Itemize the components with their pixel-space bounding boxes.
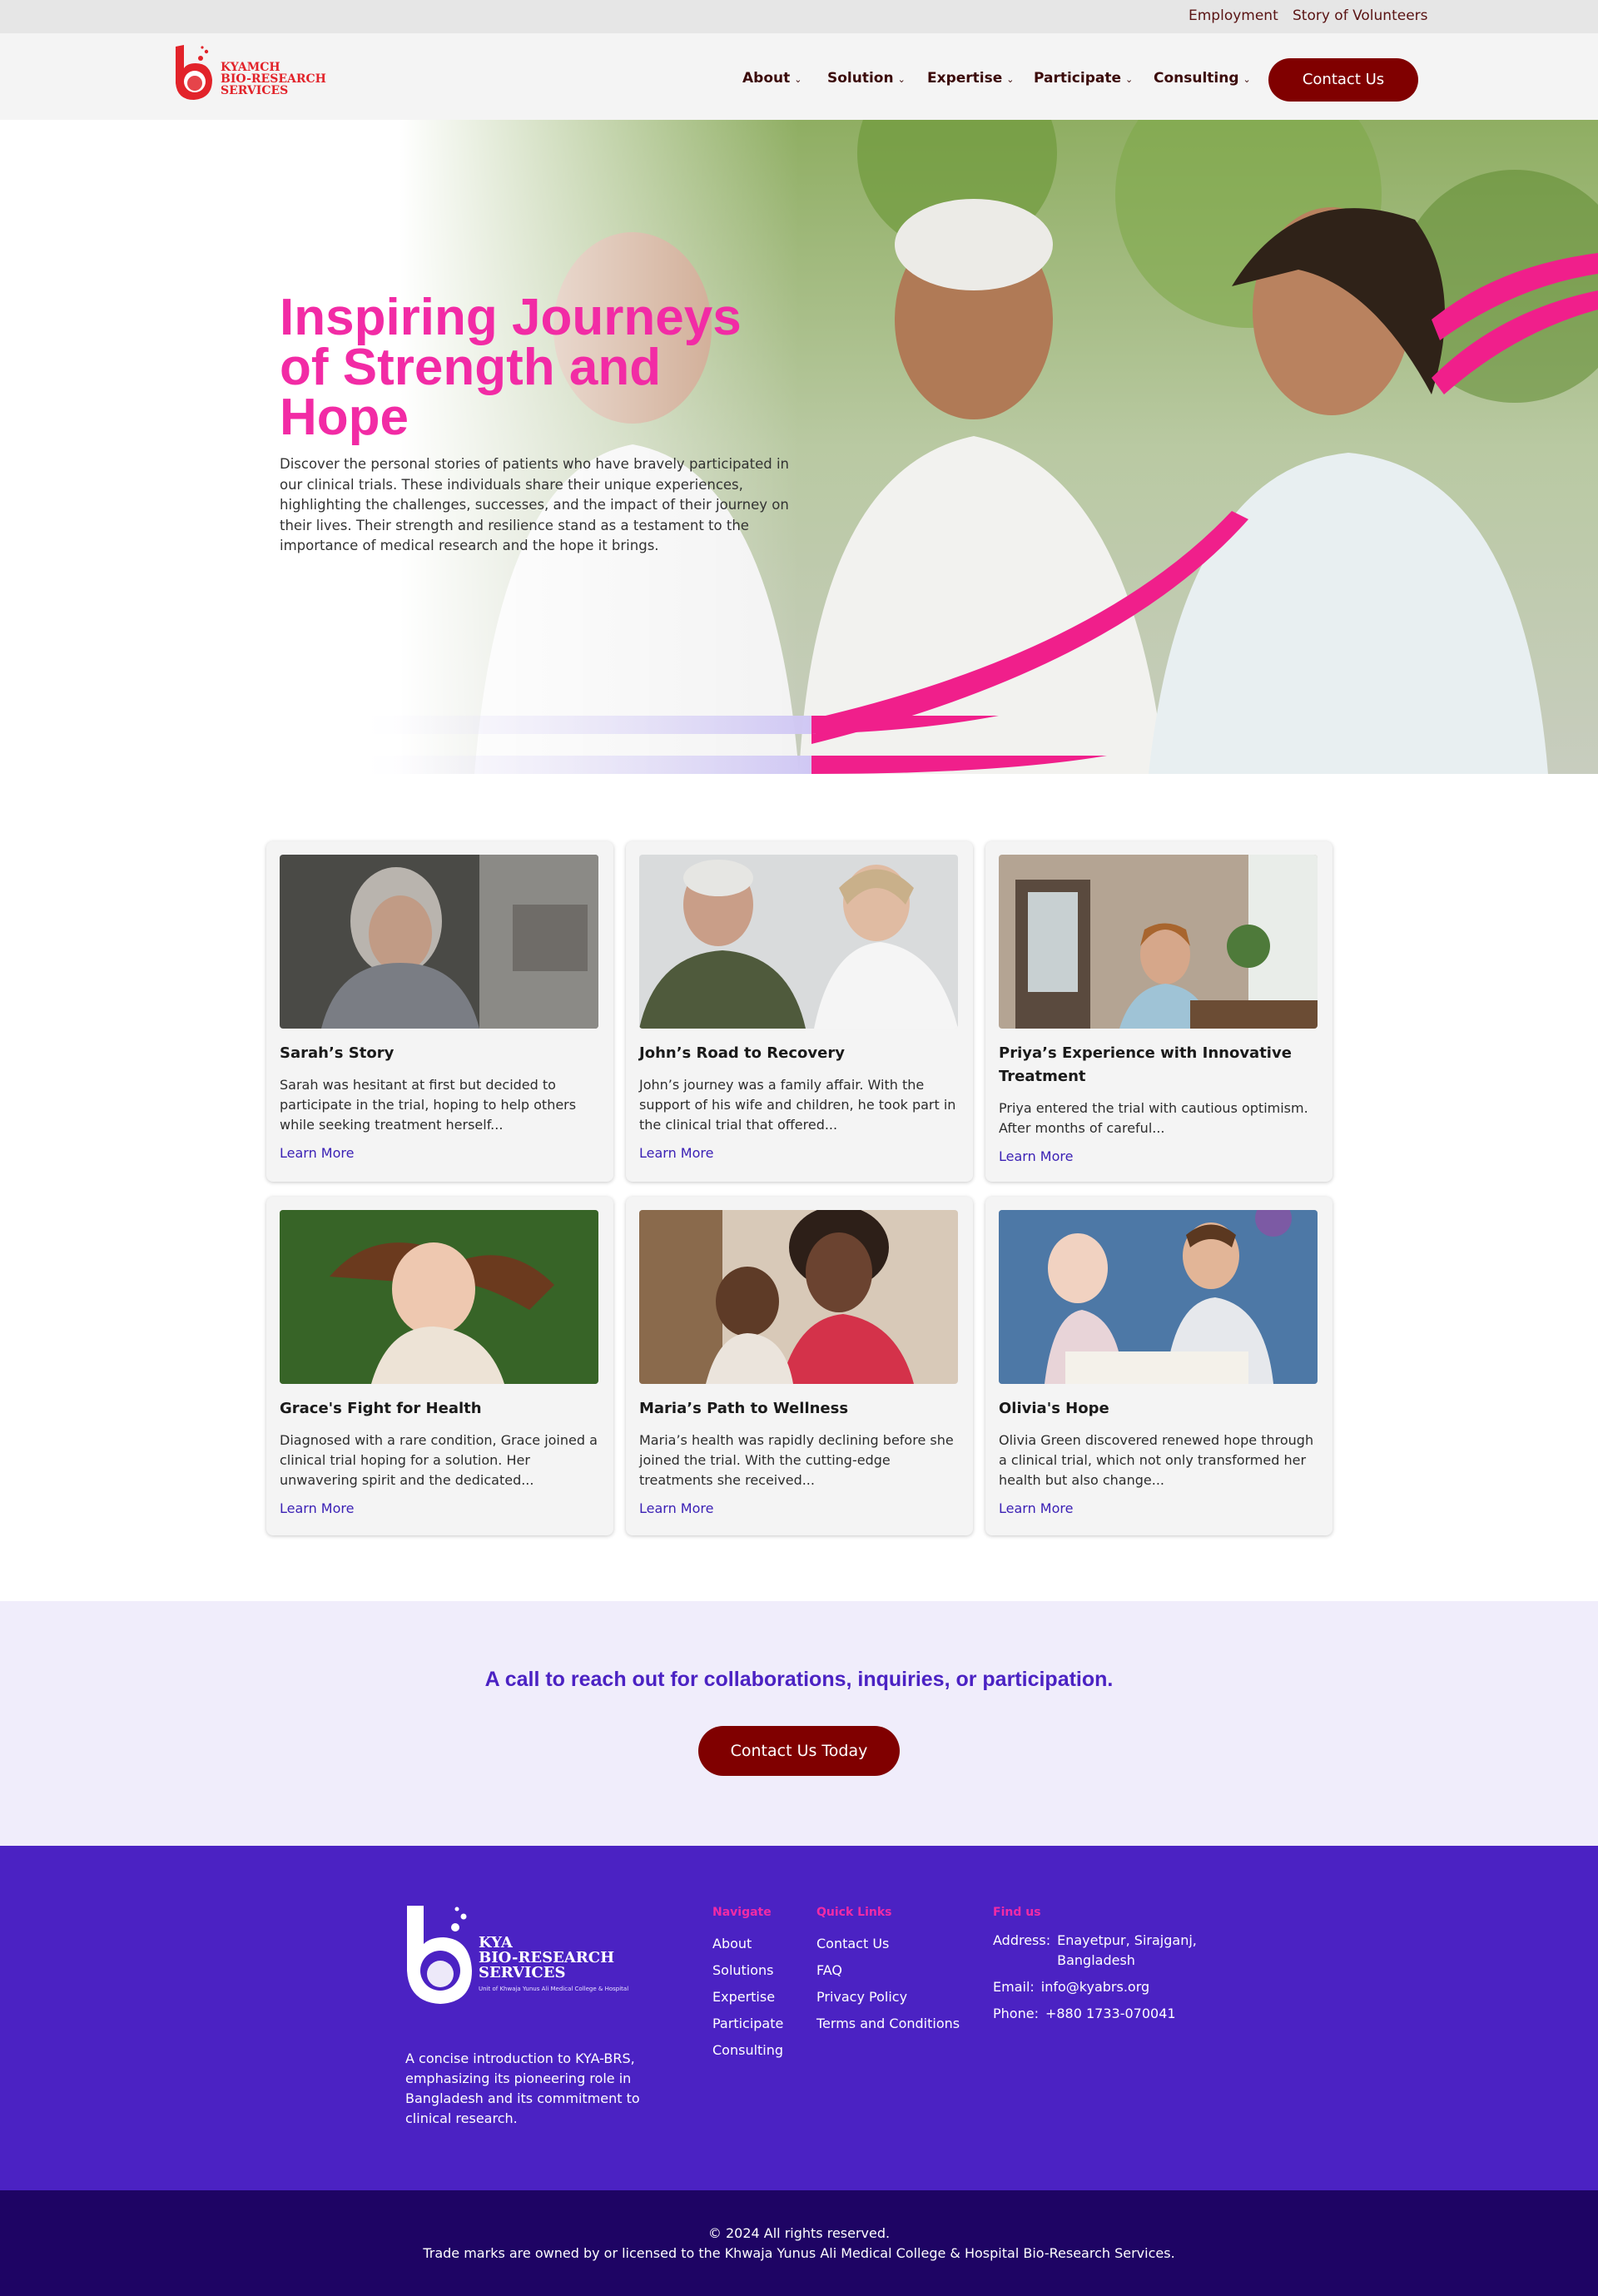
brand-logo[interactable]: KYAMCH BIO-RESEARCH SERVICES [172,40,339,107]
story-excerpt: John’s journey was a family affair. With… [639,1077,956,1133]
footer-link-solutions[interactable]: Solutions [712,1957,783,1984]
footer-link-about[interactable]: About [712,1931,783,1957]
story-excerpt: Diagnosed with a rare condition, Grace j… [280,1432,598,1488]
trademark-text: Trade marks are owned by or licensed to … [423,2245,1175,2261]
story-title: John’s Road to Recovery [639,1044,845,1062]
footer-link-faq[interactable]: FAQ [816,1957,960,1984]
contact-us-button[interactable]: Contact Us [1268,58,1418,102]
footer-logo[interactable]: KYA BIO-RESEARCH SERVICES Unit of Khwaja… [405,1904,655,2021]
email-value[interactable]: info@kyabrs.org [1041,1977,1149,1997]
hero-description: Discover the personal stories of patient… [280,456,789,553]
contact-us-today-button[interactable]: Contact Us Today [698,1726,900,1776]
learn-more-link[interactable]: Learn More [280,1145,354,1161]
learn-more-link[interactable]: Learn More [639,1145,713,1161]
story-title: Sarah’s Story [280,1044,395,1062]
footer-intro: A concise introduction to KYA-BRS, empha… [405,2051,640,2126]
nav-about[interactable]: About ⌄ [742,70,801,87]
cta-section: A call to reach out for collaborations, … [0,1601,1598,1846]
footer-link-consulting[interactable]: Consulting [712,2037,783,2064]
chevron-down-icon: ⌄ [1125,74,1134,85]
nav-expertise[interactable]: Expertise ⌄ [927,70,1014,87]
hero-section: Inspiring Journeys of Strength and Hope … [0,120,1598,774]
footer-link-privacy-policy[interactable]: Privacy Policy [816,1984,960,2011]
learn-more-link[interactable]: Learn More [999,1500,1073,1516]
story-excerpt: Maria’s health was rapidly declining bef… [639,1432,954,1488]
story-excerpt: Priya entered the trial with cautious op… [999,1100,1308,1136]
story-of-volunteers-link[interactable]: Story of Volunteers [1293,7,1428,24]
learn-more-link[interactable]: Learn More [280,1500,354,1516]
footer-brand-name: KYA BIO-RESEARCH SERVICES [479,1934,615,1981]
nav-consulting[interactable]: Consulting ⌄ [1154,70,1251,87]
story-image-maria [639,1210,958,1384]
nav-participate[interactable]: Participate ⌄ [1034,70,1133,87]
story-title: Olivia's Hope [999,1400,1109,1417]
story-image-grace [280,1210,598,1384]
story-title: Maria’s Path to Wellness [639,1400,849,1417]
flask-logo-icon [407,1906,472,2004]
email-label: Email: [993,1979,1035,1995]
phone-label: Phone: [993,2006,1039,2021]
copyright-bar: © 2024 All rights reserved. Trade marks … [0,2190,1598,2296]
story-card[interactable]: Sarah’s Story Sarah was hesitant at firs… [266,841,613,1182]
footer-link-terms[interactable]: Terms and Conditions [816,2011,960,2037]
story-title: Grace's Fight for Health [280,1400,482,1417]
footer-find-us-heading: Find us [993,1906,1041,1919]
story-image-sarah [280,855,598,1029]
story-card[interactable]: John’s Road to Recovery John’s journey w… [626,841,973,1182]
cta-text: A call to reach out for collaborations, … [484,1668,1114,1691]
flask-logo-icon [176,45,212,100]
story-title: Priya’s Experience with Innovative Treat… [999,1044,1292,1085]
story-image-olivia [999,1210,1318,1384]
chevron-down-icon: ⌄ [1243,74,1251,85]
footer-quick-links: Contact Us FAQ Privacy Policy Terms and … [816,1931,960,2037]
chevron-down-icon: ⌄ [1006,74,1015,85]
chevron-down-icon: ⌄ [794,74,802,85]
chevron-down-icon: ⌄ [897,74,906,85]
nav-solution[interactable]: Solution ⌄ [827,70,906,87]
footer-quick-links-heading: Quick Links [816,1906,892,1919]
footer-contact-info: Address: Enayetpur, Sirajganj, Bangladesh… [993,1931,1243,2031]
footer-brand-subtitle: Unit of Khwaja Yunus Ali Medical College… [479,1986,629,1992]
top-utility-bar: Employment Story of Volunteers [0,0,1598,33]
brand-name: KYAMCH BIO-RESEARCH SERVICES [221,61,326,97]
footer-link-participate[interactable]: Participate [712,2011,783,2037]
hero-photo [0,120,1598,774]
story-card[interactable]: Priya’s Experience with Innovative Treat… [985,841,1332,1182]
copyright-text: © 2024 All rights reserved. [707,2225,891,2241]
story-card[interactable]: Grace's Fight for Health Diagnosed with … [266,1197,613,1535]
footer-link-expertise[interactable]: Expertise [712,1984,783,2011]
story-image-john [639,855,958,1029]
employment-link[interactable]: Employment [1189,7,1278,24]
story-excerpt: Sarah was hesitant at first but decided … [280,1077,577,1133]
address-label: Address: [993,1932,1051,1948]
phone-value[interactable]: +880 1733-070041 [1045,2004,1176,2024]
site-footer: KYA BIO-RESEARCH SERVICES Unit of Khwaja… [0,1846,1598,2190]
address-value: Enayetpur, Sirajganj, Bangladesh [1057,1932,1197,1968]
footer-navigate-links: About Solutions Expertise Participate Co… [712,1931,783,2064]
story-excerpt: Olivia Green discovered renewed hope thr… [999,1432,1314,1488]
hero-title: Inspiring Journeys of Strength and Hope [280,289,742,446]
footer-navigate-heading: Navigate [712,1906,772,1919]
learn-more-link[interactable]: Learn More [999,1148,1073,1164]
story-card[interactable]: Maria’s Path to Wellness Maria’s health … [626,1197,973,1535]
story-card[interactable]: Olivia's Hope Olivia Green discovered re… [985,1197,1332,1535]
story-image-priya [999,855,1318,1029]
site-header: KYAMCH BIO-RESEARCH SERVICES About ⌄ Solu… [0,33,1598,120]
learn-more-link[interactable]: Learn More [639,1500,713,1516]
footer-link-contact-us[interactable]: Contact Us [816,1931,960,1957]
